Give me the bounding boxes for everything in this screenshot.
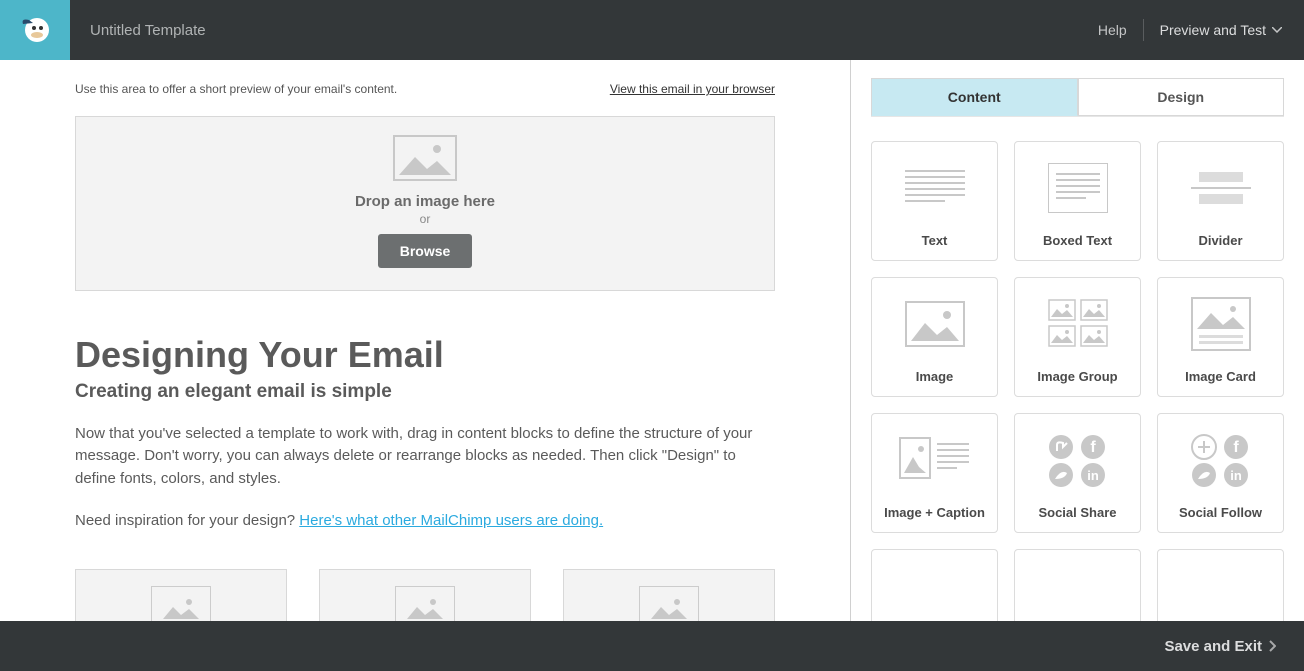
tab-content[interactable]: Content — [871, 78, 1078, 116]
card-row — [75, 569, 775, 621]
chevron-right-icon — [1268, 640, 1276, 652]
panel-tabs: Content Design — [851, 60, 1304, 116]
preview-hint-text: Use this area to offer a short preview o… — [75, 82, 397, 96]
card-placeholder[interactable] — [75, 569, 287, 621]
text-lines-icon — [872, 142, 997, 233]
inspiration-link[interactable]: Here's what other MailChimp users are do… — [299, 512, 603, 529]
svg-text:f: f — [1090, 439, 1096, 456]
image-card-icon — [1158, 278, 1283, 369]
block-image-group[interactable]: Image Group — [1014, 277, 1141, 397]
save-and-exit-button[interactable]: Save and Exit — [1164, 638, 1276, 655]
block-extra[interactable] — [1157, 549, 1284, 621]
block-text[interactable]: Text — [871, 141, 998, 261]
browse-button[interactable]: Browse — [378, 234, 473, 268]
card-placeholder[interactable] — [319, 569, 531, 621]
content-blocks-grid: Text Boxed Text Divider Image — [851, 117, 1304, 621]
svg-text:f: f — [1233, 439, 1239, 456]
chevron-down-icon — [1272, 27, 1282, 33]
inspiration-prefix: Need inspiration for your design? — [75, 512, 299, 529]
card-placeholder[interactable] — [563, 569, 775, 621]
svg-text:in: in — [1087, 468, 1099, 483]
block-label: Social Share — [1038, 505, 1116, 520]
email-canvas[interactable]: Use this area to offer a short preview o… — [0, 60, 851, 621]
block-label: Image + Caption — [884, 505, 985, 520]
monkey-icon — [15, 10, 55, 50]
block-image-card[interactable]: Image Card — [1157, 277, 1284, 397]
workspace: Use this area to offer a short preview o… — [0, 60, 1304, 621]
block-image-caption[interactable]: Image + Caption — [871, 413, 998, 533]
image-dropzone[interactable]: Drop an image here or Browse — [75, 116, 775, 291]
save-exit-label: Save and Exit — [1164, 638, 1262, 655]
svg-text:in: in — [1230, 468, 1242, 483]
email-headline[interactable]: Designing Your Email — [75, 335, 775, 375]
email-subhead[interactable]: Creating an elegant email is simple — [75, 381, 775, 403]
block-label: Text — [922, 233, 948, 248]
block-boxed-text[interactable]: Boxed Text — [1014, 141, 1141, 261]
block-extra[interactable] — [871, 549, 998, 621]
tab-design[interactable]: Design — [1078, 78, 1285, 116]
block-image[interactable]: Image — [871, 277, 998, 397]
divider-icon — [1158, 142, 1283, 233]
or-label: or — [76, 212, 774, 226]
image-group-icon — [1015, 278, 1140, 369]
help-link[interactable]: Help — [1082, 22, 1143, 38]
block-social-follow[interactable]: f in Social Follow — [1157, 413, 1284, 533]
social-follow-icon: f in — [1158, 414, 1283, 505]
block-label: Divider — [1198, 233, 1242, 248]
preview-test-label: Preview and Test — [1160, 22, 1266, 38]
view-in-browser-link[interactable]: View this email in your browser — [610, 82, 775, 96]
drop-label: Drop an image here — [76, 193, 774, 210]
social-share-icon: f in — [1015, 414, 1140, 505]
template-title[interactable]: Untitled Template — [70, 22, 206, 39]
block-label: Social Follow — [1179, 505, 1262, 520]
boxed-text-icon — [1015, 142, 1140, 233]
mailchimp-logo[interactable] — [0, 0, 70, 60]
preview-test-dropdown[interactable]: Preview and Test — [1144, 22, 1282, 38]
top-bar: Untitled Template Help Preview and Test — [0, 0, 1304, 60]
block-social-share[interactable]: f in Social Share — [1014, 413, 1141, 533]
image-caption-icon — [872, 414, 997, 505]
block-label: Image Group — [1037, 369, 1117, 384]
image-icon — [872, 278, 997, 369]
side-panel: Content Design Text Boxed Text — [851, 60, 1304, 621]
footer-bar: Save and Exit — [0, 621, 1304, 671]
block-label: Boxed Text — [1043, 233, 1112, 248]
email-body-text[interactable]: Now that you've selected a template to w… — [75, 423, 775, 491]
block-label: Image — [916, 369, 954, 384]
block-divider[interactable]: Divider — [1157, 141, 1284, 261]
block-extra[interactable] — [1014, 549, 1141, 621]
block-label: Image Card — [1185, 369, 1256, 384]
email-inspiration-line[interactable]: Need inspiration for your design? Here's… — [75, 510, 775, 533]
image-placeholder-icon — [393, 135, 457, 181]
